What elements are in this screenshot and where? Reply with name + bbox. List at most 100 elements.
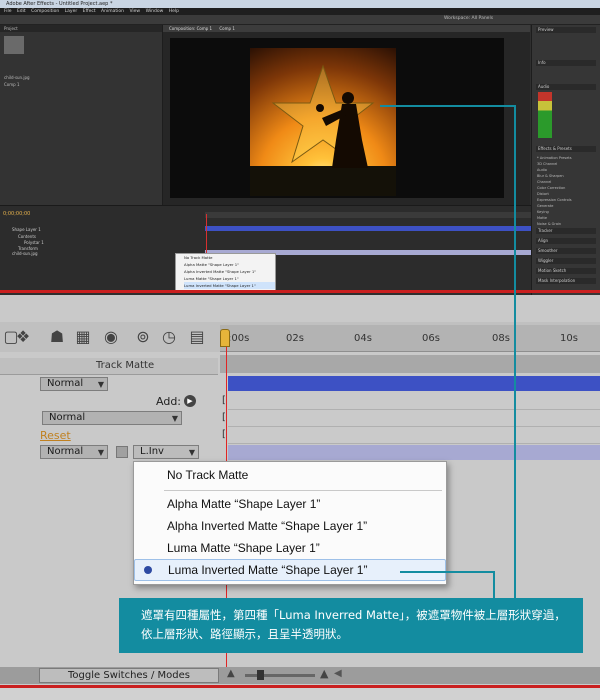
callout-line: 遮罩有四種屬性，第四種「Luma Inverred Matte」，被遮罩物件被上… [141,608,566,622]
reset-link[interactable]: Reset [40,429,71,442]
track-matte-value: L.Inv [140,446,164,457]
mini-menu-item[interactable]: No Track Matte [184,254,275,261]
audio-panel-header[interactable]: Audio [536,84,596,90]
viewer-subtab[interactable]: Comp 1 [219,26,235,31]
preserve-transparency-checkbox[interactable] [116,446,128,458]
audio-meters [538,92,552,138]
mini-menu-item-selected[interactable]: Luma Inverted Matte "Shape Layer 1" [184,282,275,289]
work-area-bar[interactable] [220,355,600,373]
menu-item-label: Alpha Matte “Shape Layer 1” [167,497,321,511]
align-panel-header[interactable]: Align [536,238,596,244]
menu-item-luma-inverted-matte[interactable]: Luma Inverted Matte “Shape Layer 1” [134,559,446,581]
menu-item-label: Luma Matte “Shape Layer 1” [167,541,320,555]
chevron-down-icon: ▼ [188,448,195,457]
zoom-slider-handle[interactable] [257,670,264,680]
app-screenshot-thumbnail: Adobe After Effects - Untitled Project.a… [0,0,600,295]
project-panel: Project child-sun.jpg Comp 1 [0,25,163,205]
zoom-in-icon[interactable]: ▲ [320,667,328,680]
graph-editor-icon[interactable]: ▤ [186,326,208,348]
motion-sketch-panel-header[interactable]: Motion Sketch [536,268,596,274]
shy-layers-icon[interactable]: ☗ [46,326,68,348]
column-header-label: Track Matte [96,360,155,371]
frame-blending-icon[interactable]: ▦ [72,326,94,348]
radio-selected-icon [144,566,152,574]
track-row [228,393,600,410]
workspace-selector[interactable]: Workspace: All Panels [444,16,493,21]
project-tab[interactable]: Project [0,25,162,32]
wiggler-panel-header[interactable]: Wiggler [536,258,596,264]
menu-effect[interactable]: Effect [83,9,96,14]
current-time-indicator-head[interactable] [220,329,230,347]
project-thumbnail [4,36,24,54]
menu-item-label: Alpha Inverted Matte “Shape Layer 1” [167,519,368,533]
info-panel-header[interactable]: Info [536,60,596,66]
zoom-slider-track[interactable] [245,674,315,677]
layer-bar-image-layer[interactable] [228,445,600,460]
time-ruler[interactable]: :00s 02s 04s 06s 08s 10s [220,325,600,352]
menu-composition[interactable]: Composition [31,9,59,14]
layer-bar-shape[interactable] [205,226,531,231]
effects-panel-header[interactable]: Effects & Presets [536,146,596,152]
ruler-tick: :00s [228,333,250,344]
keyframe-bracket-icon: [ [222,429,226,440]
mini-menu-item[interactable]: Alpha Inverted Matte "Shape Layer 1" [184,268,275,275]
toggle-switches-modes-button[interactable]: Toggle Switches / Modes [39,668,219,683]
keyframe-bracket-icon: [ [222,395,226,406]
divider-red [0,290,600,293]
mini-menu-item[interactable]: Luma Matte "Shape Layer 1" [184,275,275,282]
preview-panel-header[interactable]: Preview [536,27,596,33]
time-ruler-thumbnail[interactable] [205,212,531,218]
menu-item-label: Luma Inverted Matte “Shape Layer 1” [168,563,368,577]
menu-file[interactable]: File [4,9,12,14]
layer-bar-shape-layer[interactable] [228,376,600,391]
annotation-callout: 遮罩有四種屬性，第四種「Luma Inverred Matte」，被遮罩物件被上… [119,598,583,653]
ruler-tick: 06s [422,333,440,344]
track-matte-menu-thumbnail: No Track Matte Alpha Matte "Shape Layer … [175,253,276,293]
layer-group[interactable]: Contents [18,234,36,239]
scroll-left-icon[interactable]: ◀ [334,668,342,679]
menu-layer[interactable]: Layer [65,9,78,14]
star-shape-mask [271,64,375,168]
motion-blur-icon[interactable]: ◉ [100,326,122,348]
menu-animation[interactable]: Animation [101,9,124,14]
menu-help[interactable]: Help [169,9,179,14]
smoother-panel-header[interactable]: Smoother [536,248,596,254]
menu-separator [164,490,442,491]
layer-name[interactable]: child-sun.jpg [12,251,38,256]
add-menu-button[interactable]: ▶ [184,395,196,407]
menu-item-label: No Track Matte [167,468,249,482]
ruler-tick: 02s [286,333,304,344]
auto-keyframe-icon[interactable]: ◷ [158,326,180,348]
menu-bar: File Edit Composition Layer Effect Anima… [0,8,600,15]
menu-item-alpha-inverted-matte[interactable]: Alpha Inverted Matte “Shape Layer 1” [134,516,446,536]
blend-mode-dropdown[interactable]: Normal ▼ [42,411,182,425]
tracker-panel-header[interactable]: Tracker [536,228,596,234]
draft-3d-icon[interactable]: ❖ [12,326,34,348]
timecode-display[interactable]: 0;00;00;00 [3,211,30,217]
add-label: Add: [156,395,182,408]
ruler-tick: 10s [560,333,578,344]
layer-name[interactable]: Shape Layer 1 [12,227,41,232]
brainstorm-icon[interactable]: ⊚ [132,326,154,348]
menu-edit[interactable]: Edit [17,9,26,14]
blend-mode-dropdown[interactable]: Normal ▼ [40,445,108,459]
effects-item[interactable]: Noise & Grain [537,221,572,227]
track-matte-menu: No Track Matte Alpha Matte “Shape Layer … [133,461,447,585]
menu-item-no-track-matte[interactable]: No Track Matte [134,465,446,485]
viewer-tab[interactable]: Composition: Comp 1 [169,26,212,31]
mini-menu-item[interactable]: Alpha Matte "Shape Layer 1" [184,261,275,268]
menu-view[interactable]: View [129,9,140,14]
zoom-out-icon[interactable]: ▲ [227,668,235,679]
layer-group[interactable]: Polystar 1 [24,240,44,245]
keyframe-bracket-icon: [ [222,412,226,423]
chevron-down-icon: ▼ [171,414,178,423]
track-matte-dropdown[interactable]: L.Inv ▼ [133,445,199,459]
blend-mode-dropdown[interactable]: Normal ▼ [40,377,108,391]
menu-item-alpha-matte[interactable]: Alpha Matte “Shape Layer 1” [134,494,446,514]
callout-connector [493,571,495,598]
menu-item-luma-matte[interactable]: Luma Matte “Shape Layer 1” [134,538,446,558]
blend-mode-value: Normal [47,446,84,457]
timeline-zoomed-view: ▢ ❖ ☗ ▦ ◉ ⊚ ◷ ▤ :00s 02s 04s 06s 08s 10s… [0,295,600,700]
menu-window[interactable]: Window [146,9,164,14]
mask-interpolation-panel-header[interactable]: Mask Interpolation [536,278,596,284]
